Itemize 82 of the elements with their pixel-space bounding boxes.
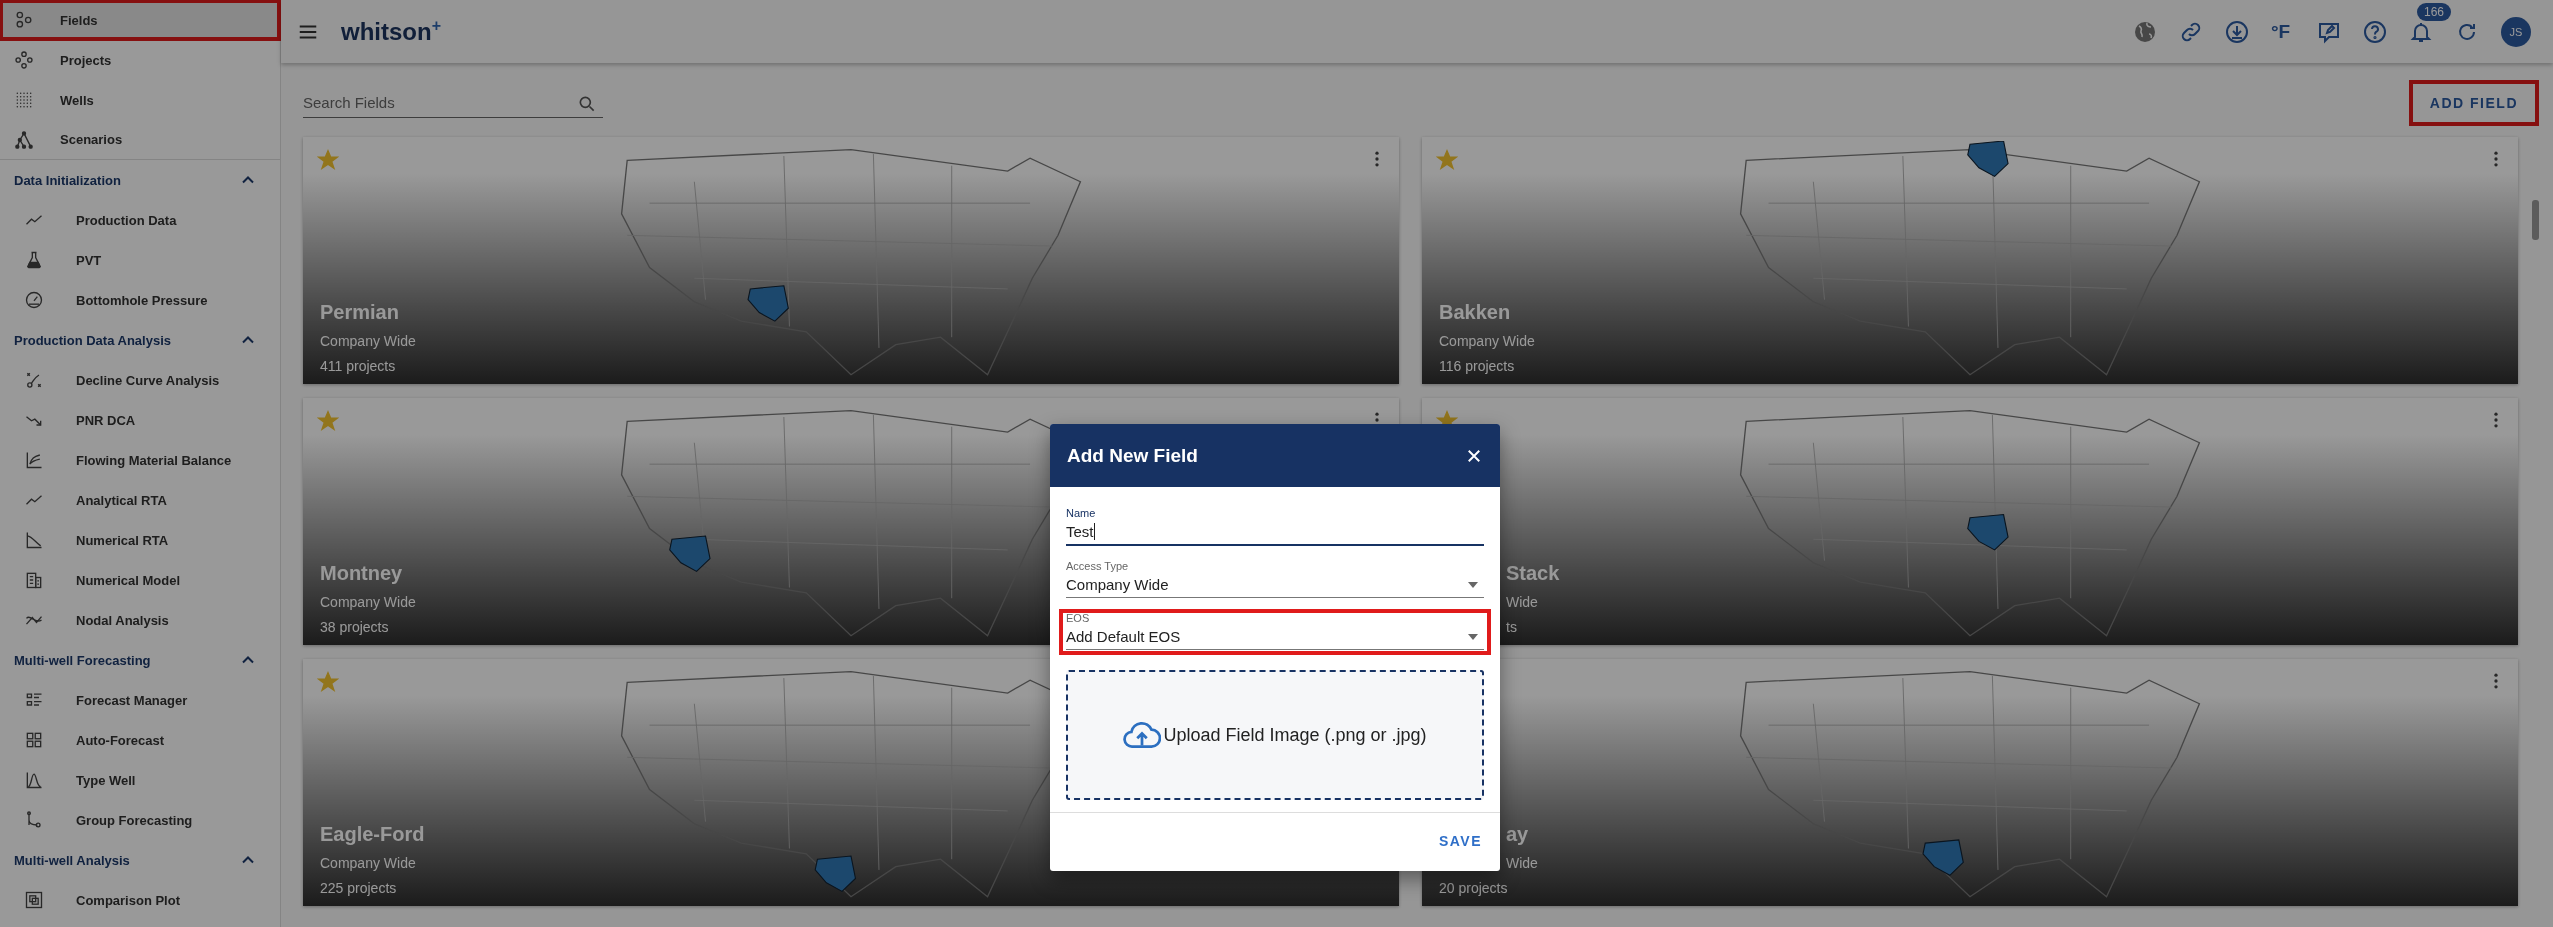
sidebar-item[interactable]: Wells [0,80,280,120]
star-icon[interactable] [317,149,339,171]
field-name: Eagle-Ford [320,823,425,846]
access-type: Company Wide [320,855,416,871]
input-field[interactable]: Name Test [1066,507,1484,546]
flask-icon [24,250,44,270]
units-toggle[interactable]: °F [2271,20,2295,43]
sidebar-item[interactable]: Auto-Forecast [0,720,280,760]
dialog-title: Add New Field [1067,444,1198,467]
field-card[interactable]: Bakken Company Wide 116 projects [1422,137,2518,384]
search-field[interactable]: Search Fields [303,90,603,118]
grid-squares-icon [24,730,44,750]
sidebar-item[interactable]: Flowing Material Balance [0,440,280,480]
section-header[interactable]: Multi-well Analysis [0,840,280,880]
branch-icon [24,810,44,830]
save-button[interactable]: SAVE [1430,823,1490,859]
help-icon[interactable] [2363,19,2387,44]
project-count: 411 projects [320,358,396,374]
star-icon[interactable] [317,410,339,432]
sidebar-item[interactable]: Numerical Model [0,560,280,600]
sidebar-item[interactable]: Fields [0,0,280,40]
star-icon[interactable] [317,671,339,693]
sidebar-item[interactable]: Decline Curve Analysis [0,360,280,400]
field-name: Permian [320,301,399,324]
sidebar-item[interactable]: PNR DCA [0,400,280,440]
field-name: Montney [320,562,403,585]
access-type: Wide [1506,855,1538,871]
field-name: Stack [1506,562,1560,585]
grid-icon [24,570,44,590]
sidebar-item[interactable]: Forecast Manager [0,680,280,720]
download-icon[interactable] [2225,19,2249,44]
access-type: Company Wide [1439,333,1535,349]
dropdown-caret-icon [1468,633,1478,640]
sidebar-item[interactable]: Comparison Plot [0,880,280,920]
decline-chart-icon [24,530,44,550]
search-icon[interactable] [577,94,597,114]
dot-grid-icon [14,90,34,110]
circles-icon [14,10,34,30]
project-count: 20 projects [1439,880,1508,896]
user-avatar[interactable]: JS [2501,16,2531,47]
project-count: ts [1506,619,1517,635]
sidebar-item[interactable]: PVT [0,240,280,280]
project-count: 116 projects [1439,358,1515,374]
access-type: Company Wide [320,333,416,349]
scrollbar-thumb[interactable] [2532,200,2539,240]
sidebar-item[interactable]: Nodal Analysis [0,600,280,640]
sidebar-item[interactable]: Type Well [0,760,280,800]
project-count: 38 projects [320,619,389,635]
globe-icon[interactable] [2133,19,2157,44]
field-card[interactable]: Permian Company Wide 411 projects [303,137,1399,384]
dropdown-caret-icon [1468,581,1478,588]
logo[interactable]: whitson$^{+}$ [341,17,441,46]
frame-icon [24,890,44,910]
add-field-button[interactable]: ADD FIELD [2409,81,2538,125]
field-name: Bakken [1439,301,1511,324]
section-header[interactable]: Data Initialization [0,160,280,200]
curve-icon [24,370,44,390]
select-field[interactable]: Access Type Company Wide [1066,560,1484,598]
bell-curve-icon [24,770,44,790]
section-header[interactable]: Production Data Analysis [0,320,280,360]
sidebar-item[interactable]: Scenarios [0,120,280,160]
access-type: Company Wide [320,594,416,610]
star-icon[interactable] [1436,149,1458,171]
notification-badge: 166 [2417,2,2452,21]
sidebar-item[interactable]: Production Data [0,200,280,240]
select-field[interactable]: EOS Add Default EOS [1066,612,1484,650]
sidebar-item[interactable]: Numerical RTA [0,520,280,560]
sidebar-item[interactable]: Analytical RTA [0,480,280,520]
sidebar-item[interactable]: Projects [0,40,280,80]
upload-dropzone[interactable]: Upload Field Image (.png or .jpg) [1066,670,1484,800]
field-name: ay [1506,823,1529,846]
sidebar-item[interactable]: Bottomhole Pressure [0,280,280,320]
field-card[interactable]: Stack Wide ts [1422,398,2518,645]
access-type: Wide [1506,594,1538,610]
circles-icon [14,50,34,70]
chart-icon [24,450,44,470]
gauge-icon [24,290,44,310]
node-tree-icon [14,129,34,150]
cloud-upload-icon [1123,721,1162,749]
project-count: 225 projects [320,880,397,896]
sidebar-item[interactable]: Group Forecasting [0,800,280,840]
section-header[interactable]: Multi-well Forecasting [0,640,280,680]
